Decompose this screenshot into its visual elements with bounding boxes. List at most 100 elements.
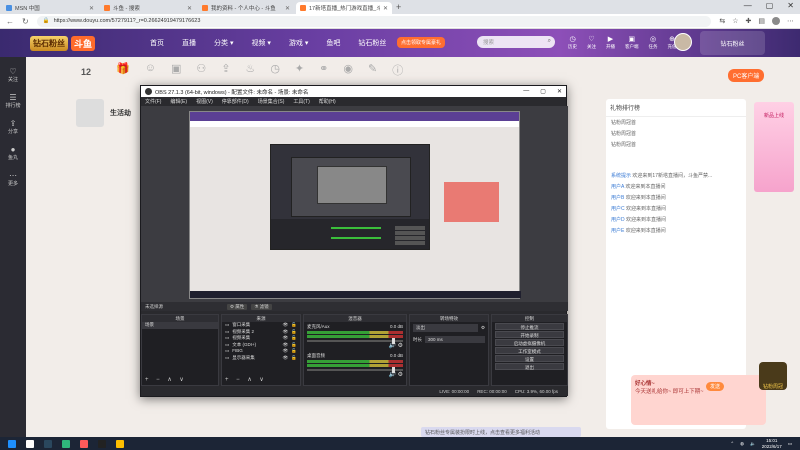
close-window-button[interactable]: ✕: [787, 1, 794, 10]
obs-minimize-button[interactable]: —: [523, 88, 529, 95]
transition-settings-icon[interactable]: ⚙: [481, 325, 485, 331]
volume-and-settings-icons[interactable]: 🔊 ⚙: [307, 342, 403, 349]
notification-icon[interactable]: ▭: [788, 441, 792, 447]
sidebar-item[interactable]: ♡ 关注: [8, 67, 18, 83]
nav-item[interactable]: 首页: [150, 38, 164, 48]
rank-entry[interactable]: 钻粉周冠首: [606, 117, 746, 128]
network-icon[interactable]: ◍: [740, 441, 744, 447]
side-ad[interactable]: 新品上线: [754, 102, 794, 192]
translate-icon[interactable]: ⇆: [719, 17, 725, 25]
chat-username[interactable]: 用户E: [611, 228, 624, 234]
volume-fader[interactable]: [307, 367, 403, 373]
collections-icon[interactable]: ▤: [758, 17, 765, 25]
more-icon[interactable]: ⋯: [787, 17, 794, 25]
promo-tag[interactable]: 点击领取专属豪礼: [397, 37, 446, 48]
sidebar-item[interactable]: ● 鱼丸: [8, 145, 18, 161]
obs-menu-item[interactable]: 工具(T): [293, 98, 309, 105]
chat-send-button[interactable]: 发送: [706, 382, 725, 391]
control-button[interactable]: 设置: [495, 355, 564, 362]
scene-footer-controls[interactable]: + − ∧ ∨: [145, 376, 187, 383]
chat-username[interactable]: 用户B: [611, 195, 624, 201]
rank-entry[interactable]: 钻粉周冠首: [606, 128, 746, 139]
volume-fader[interactable]: [307, 338, 403, 344]
obs-preview[interactable]: [141, 106, 568, 308]
transition-type-select[interactable]: 淡出: [413, 324, 478, 332]
back-button[interactable]: ←: [6, 17, 14, 26]
tab-close-icon[interactable]: ✕: [383, 5, 388, 12]
control-button[interactable]: 启动虚拟摄像机: [495, 339, 564, 346]
obs-close-button[interactable]: ✕: [557, 88, 562, 95]
header-follow-button[interactable]: ♡ 关注: [587, 35, 596, 50]
new-tab-button[interactable]: +: [396, 2, 401, 12]
profile-avatar[interactable]: [772, 17, 780, 25]
pc-client-button[interactable]: PC客户端: [728, 69, 765, 82]
tool-gift[interactable]: 🎁: [116, 62, 130, 92]
obs-menu-item[interactable]: 帮助(H): [319, 98, 336, 105]
windows-icon[interactable]: [8, 439, 16, 448]
control-button[interactable]: 工作室模式: [495, 347, 564, 354]
header-broadcast-button[interactable]: ▶ 开播: [606, 35, 615, 50]
extensions-icon[interactable]: ✚: [746, 17, 752, 25]
minimize-button[interactable]: —: [744, 1, 752, 10]
obs-menu-item[interactable]: 文件(F): [145, 98, 161, 105]
browser-tab[interactable]: 斗鱼 - 搜索 ✕: [100, 2, 196, 14]
tab-close-icon[interactable]: ✕: [187, 5, 192, 12]
nav-item[interactable]: 分类 ▾: [214, 38, 233, 48]
maximize-button[interactable]: ▢: [766, 1, 774, 10]
search-icon[interactable]: [26, 439, 34, 448]
control-button[interactable]: 退出: [495, 363, 564, 370]
tab-close-icon[interactable]: ✕: [285, 5, 290, 12]
source-item[interactable]: ▭ 显示器采集 👁 🔓: [222, 355, 300, 362]
gift-promo-card[interactable]: 好心情~ 今天送礼给你~ 即可上下期~: [631, 375, 766, 425]
obs-menu-item[interactable]: 编辑(E): [170, 98, 187, 105]
browser-tab[interactable]: MSN 中国 ✕: [2, 2, 98, 14]
nav-item[interactable]: 游戏 ▾: [289, 38, 308, 48]
reload-button[interactable]: ↻: [22, 17, 29, 26]
nav-item[interactable]: 钻石粉丝: [358, 38, 386, 48]
edge-icon[interactable]: [62, 439, 70, 448]
scene-item[interactable]: 场景: [142, 322, 218, 329]
sidebar-item[interactable]: ⇪ 分享: [8, 119, 18, 135]
source-footer-controls[interactable]: + − ∧ ∨: [225, 376, 267, 383]
chat-username[interactable]: 用户D: [611, 217, 625, 223]
bottom-notice[interactable]: 钻石粉丝专属装扮限时上线，点击查看更多福利活动: [421, 427, 581, 437]
filters-button[interactable]: ⚗ 滤镜: [251, 303, 272, 310]
header-task-button[interactable]: ◎ 任务: [649, 35, 658, 50]
chevron-up-icon[interactable]: ⌃: [730, 441, 734, 447]
search-input[interactable]: 搜索 ⌕: [477, 36, 555, 48]
header-client-button[interactable]: ▣ 客户端: [625, 35, 639, 50]
chat-username[interactable]: 系统提示: [611, 173, 631, 179]
right-promo-badge[interactable]: 钻石粉丝: [700, 31, 765, 55]
steam-icon[interactable]: [44, 439, 52, 448]
rank-entry[interactable]: 钻粉周冠首: [606, 139, 746, 150]
url-input[interactable]: 🔒 https://www.douyu.com/5727911?_r=0.266…: [36, 15, 712, 27]
clock[interactable]: 15:01 2022/6/17: [762, 438, 782, 449]
user-avatar[interactable]: [674, 33, 692, 51]
volume-icon[interactable]: 🔈: [750, 441, 756, 447]
properties-button[interactable]: ⚙ 属性: [227, 303, 248, 310]
duration-input[interactable]: 300 ms: [425, 336, 485, 343]
sidebar-item[interactable]: ⋯ 更多: [8, 171, 18, 187]
streamer-avatar[interactable]: [76, 99, 104, 127]
browser-tab[interactable]: 17新塔直播_热门游戏直播_斗鱼直...✕: [296, 2, 392, 14]
lock-icon[interactable]: 🔓: [291, 355, 297, 362]
search-icon[interactable]: ⌕: [548, 38, 551, 45]
nav-item[interactable]: 视频 ▾: [251, 38, 270, 48]
nav-item[interactable]: 直播: [182, 38, 196, 48]
chrome-icon[interactable]: [116, 439, 124, 448]
header-history-button[interactable]: ◷ 历史: [568, 35, 577, 50]
favorite-icon[interactable]: ☆: [732, 17, 738, 25]
obs-maximize-button[interactable]: ▢: [540, 88, 546, 95]
control-button[interactable]: 开始录制: [495, 331, 564, 338]
streamer-name[interactable]: 生活劫: [110, 108, 131, 118]
sidebar-item[interactable]: ☰ 排行榜: [5, 93, 20, 109]
obs-icon[interactable]: [98, 439, 106, 448]
obs-menu-item[interactable]: 视图(V): [196, 98, 213, 105]
volume-and-settings-icons[interactable]: 🔊 ⚙: [307, 371, 403, 378]
chat-username[interactable]: 用户C: [611, 206, 625, 212]
eye-icon[interactable]: 👁: [283, 355, 289, 362]
douyu-logo[interactable]: 钻石粉丝 斗鱼: [30, 31, 130, 55]
tab-close-icon[interactable]: ✕: [89, 5, 94, 12]
game-icon[interactable]: [80, 439, 88, 448]
king-badge[interactable]: 钻粉周冠: [759, 362, 787, 390]
